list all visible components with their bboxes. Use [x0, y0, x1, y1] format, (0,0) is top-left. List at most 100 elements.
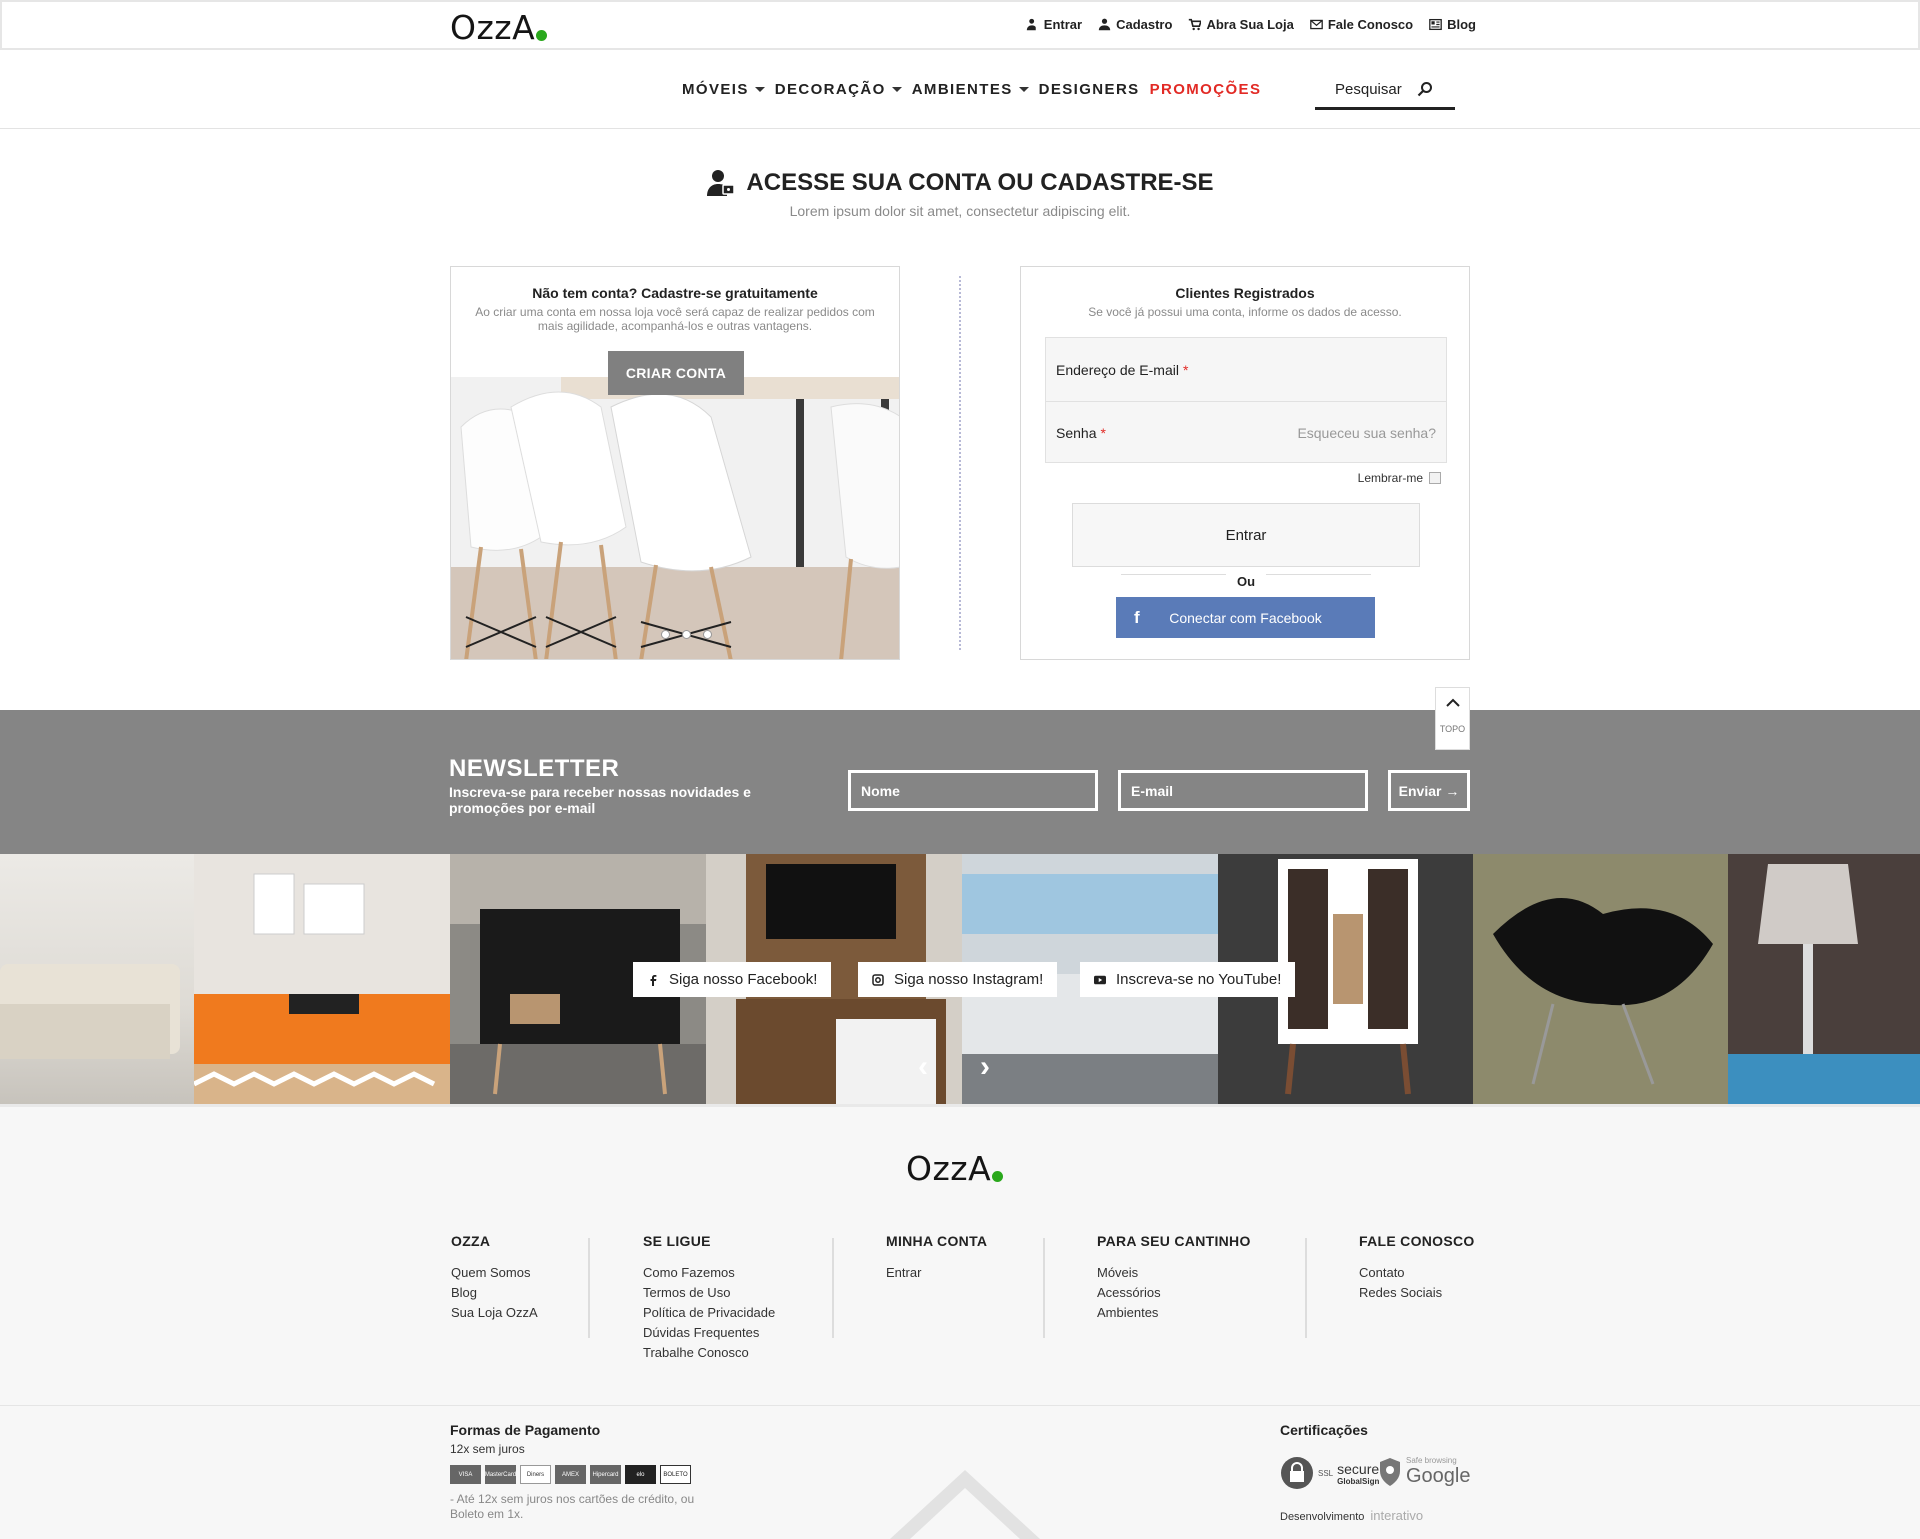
footer-column-para-seu-cantinho: PARA SEU CANTINHO Móveis Acessórios Ambi…: [1097, 1233, 1251, 1323]
logo[interactable]: OzzA: [450, 8, 548, 47]
slider-dot[interactable]: [661, 630, 670, 639]
gallery-prev-arrow-icon[interactable]: ‹: [918, 1050, 928, 1084]
social-youtube-button[interactable]: Inscreva-se no YouTube!: [1080, 962, 1296, 997]
footer-link[interactable]: Como Fazemos: [643, 1263, 775, 1283]
gallery-tile-lamp[interactable]: [1728, 854, 1920, 1104]
footer-link[interactable]: Contato: [1359, 1263, 1475, 1283]
page-subtitle: Lorem ipsum dolor sit amet, consectetur …: [789, 203, 1131, 219]
password-field[interactable]: Senha * Esqueceu sua senha?: [1046, 401, 1446, 464]
gallery-tile-orange-sideboard[interactable]: [194, 854, 450, 1104]
nav-item-designers[interactable]: DESIGNERS: [1039, 81, 1140, 98]
footer-link[interactable]: Trabalhe Conosco: [643, 1343, 775, 1363]
mail-icon: [1310, 19, 1323, 30]
gallery-tile-armchair[interactable]: [1473, 854, 1728, 1104]
email-field[interactable]: Endereço de E-mail *: [1046, 338, 1446, 401]
developer-name[interactable]: interativo: [1370, 1508, 1423, 1523]
google-safe-browsing-seal[interactable]: Safe browsing Google: [1378, 1456, 1471, 1488]
top-link-cadastro[interactable]: Cadastro: [1098, 17, 1172, 32]
top-link-abra-loja[interactable]: Abra Sua Loja: [1188, 17, 1294, 32]
orange-sideboard-illustration: [194, 873, 450, 1104]
newsletter-email-input[interactable]: E-mail: [1118, 770, 1368, 811]
footer-link[interactable]: Termos de Uso: [643, 1283, 775, 1303]
footer-link[interactable]: Móveis: [1097, 1263, 1251, 1283]
login-panel: Clientes Registrados Se você já possui u…: [1020, 266, 1470, 660]
nav-label: DESIGNERS: [1038, 81, 1140, 98]
nav-item-ambientes[interactable]: AMBIENTES: [912, 81, 1029, 98]
gallery-tile-sofa[interactable]: [0, 854, 194, 1104]
facebook-icon: [650, 974, 657, 986]
slider-dot[interactable]: [703, 630, 712, 639]
newsletter: NEWSLETTER Inscreva-se para receber noss…: [0, 710, 1920, 854]
top-link-label: Cadastro: [1116, 17, 1173, 32]
password-label: Senha: [1056, 425, 1097, 441]
nav-item-promocoes[interactable]: PROMOÇÕES: [1150, 81, 1262, 98]
footer-column-ozza: OZZA Quem Somos Blog Sua Loja OzzA: [451, 1233, 538, 1323]
chevron-up-icon: [1445, 698, 1460, 707]
footer-column-title: OZZA: [451, 1233, 491, 1249]
top-links: Entrar Cadastro Abra Sua Loja Fale Conos…: [1026, 17, 1476, 32]
footer-link[interactable]: Ambientes: [1097, 1303, 1251, 1323]
slider-dot[interactable]: [682, 630, 691, 639]
search-input[interactable]: Pesquisar: [1315, 72, 1455, 110]
footer-column-se-ligue: SE LIGUE Como Fazemos Termos de Uso Polí…: [643, 1233, 775, 1363]
top-link-blog[interactable]: Blog: [1429, 17, 1476, 32]
nav-label: AMBIENTES: [911, 81, 1013, 98]
footer-link[interactable]: Quem Somos: [451, 1263, 538, 1283]
social-instagram-button[interactable]: Siga nosso Instagram!: [858, 962, 1058, 997]
create-account-button[interactable]: CRIAR CONTA: [608, 351, 744, 395]
top-link-fale-conosco[interactable]: Fale Conosco: [1310, 17, 1413, 32]
search-icon[interactable]: [1417, 81, 1433, 97]
nav-label: DECORAÇÃO: [774, 81, 886, 98]
facebook-icon: f: [1134, 607, 1140, 627]
back-to-top-label: TOPO: [1439, 724, 1466, 734]
developer-credit: Desenvolvimento interativo: [1280, 1508, 1423, 1523]
footer-column-minha-conta: MINHA CONTA Entrar: [886, 1233, 987, 1283]
newsletter-send-button[interactable]: Enviar →: [1388, 770, 1470, 811]
search-label: Pesquisar: [1335, 81, 1402, 98]
ssl-badge-text: SSL: [1318, 1468, 1334, 1478]
newsletter-name-input[interactable]: Nome: [848, 770, 1098, 811]
caret-down-icon: [891, 87, 902, 92]
footer-link[interactable]: Acessórios: [1097, 1283, 1251, 1303]
footer-divider: [1305, 1238, 1307, 1338]
nav-item-decoracao[interactable]: DECORAÇÃO: [775, 81, 902, 98]
footer-logo[interactable]: OzzA: [906, 1149, 1004, 1188]
social-instagram-label: Siga nosso Instagram!: [894, 971, 1044, 988]
forgot-password-link[interactable]: Esqueceu sua senha?: [1297, 425, 1436, 441]
login-fields: Endereço de E-mail * Senha * Esqueceu sua …: [1045, 337, 1447, 463]
payment-subtitle: 12x sem juros: [450, 1442, 525, 1456]
footer-link[interactable]: Blog: [451, 1283, 538, 1303]
footer-link[interactable]: Dúvidas Frequentes: [643, 1323, 775, 1343]
user-icon: [1098, 18, 1111, 31]
logo-dot-icon: [536, 30, 548, 41]
page-heading: ACESSE SUA CONTA OU CADASTRE-SE Lorem ip…: [0, 168, 1920, 219]
back-to-top-button[interactable]: TOPO: [1435, 687, 1470, 750]
register-panel: Não tem conta? Cadastre-se gratuitamente…: [450, 266, 900, 660]
top-link-entrar[interactable]: Entrar: [1026, 17, 1082, 32]
remember-checkbox[interactable]: [1429, 472, 1441, 484]
remember-me[interactable]: Lembrar-me: [1358, 471, 1441, 485]
nav-item-moveis[interactable]: MÓVEIS: [682, 81, 765, 98]
login-button[interactable]: Entrar: [1072, 503, 1420, 567]
social-facebook-button[interactable]: Siga nosso Facebook!: [633, 962, 832, 997]
armchair-illustration: [1473, 854, 1728, 1104]
ssl-seal[interactable]: SSL secure GlobalSign: [1280, 1456, 1379, 1490]
facebook-login-button[interactable]: f Conectar com Facebook: [1116, 597, 1375, 638]
newsletter-title: NEWSLETTER: [449, 755, 620, 782]
lamp-illustration: [1728, 854, 1920, 1104]
footer-link[interactable]: Redes Sociais: [1359, 1283, 1475, 1303]
gallery-next-arrow-icon[interactable]: ›: [980, 1050, 990, 1084]
footer-link[interactable]: Entrar: [886, 1263, 987, 1283]
or-separator: Ou: [1121, 574, 1371, 589]
required-mark: *: [1182, 361, 1189, 378]
menu: MÓVEIS DECORAÇÃO AMBIENTES DESIGNERS PRO…: [682, 81, 1261, 98]
email-label: Endereço de E-mail: [1056, 361, 1179, 378]
footer-link[interactable]: Sua Loja OzzA: [451, 1303, 538, 1323]
footer-column-fale-conosco: FALE CONOSCO Contato Redes Sociais: [1359, 1233, 1475, 1303]
chairs-image: [451, 377, 899, 659]
hipercard-icon: Hipercard: [590, 1465, 621, 1484]
top-link-label: Fale Conosco: [1327, 17, 1414, 32]
footer-column-title: FALE CONOSCO: [1359, 1233, 1475, 1249]
safe-browsing-text: Safe browsing: [1406, 1456, 1457, 1465]
footer-link[interactable]: Política de Privacidade: [643, 1303, 775, 1323]
